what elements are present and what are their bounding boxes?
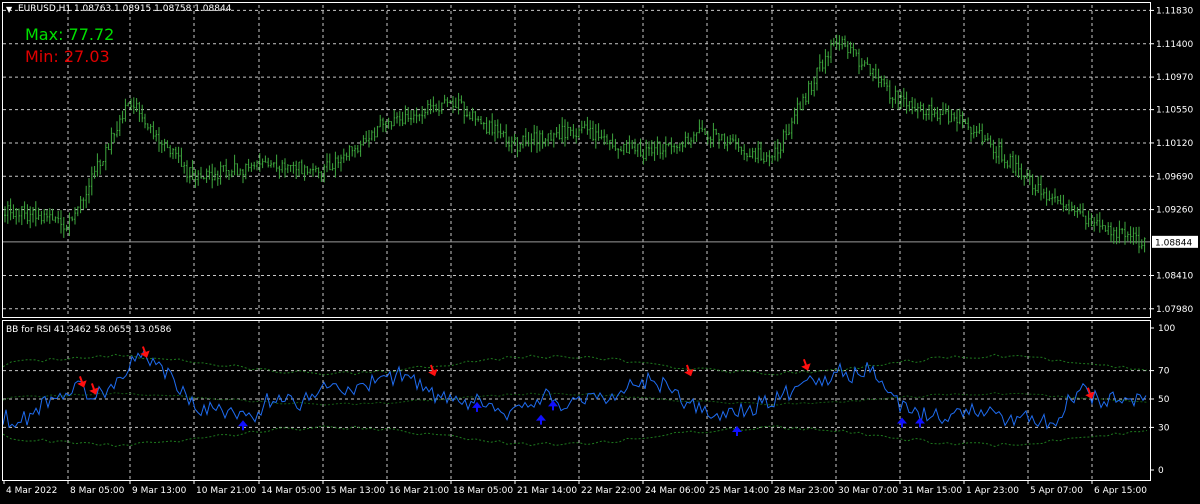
price-bars	[4, 34, 1146, 254]
rsi-tick-label: 0	[1158, 466, 1164, 476]
time-tick-label: 5 Apr 07:00	[1030, 486, 1083, 496]
rsi-tick-label: 70	[1158, 367, 1170, 377]
time-tick-label: 10 Mar 21:00	[196, 486, 256, 496]
price-tick-label: 1.10550	[1156, 106, 1193, 116]
time-tick-label: 15 Mar 13:00	[325, 486, 385, 496]
up-arrow-icon	[897, 417, 907, 428]
chart-window[interactable]: 1.11830 1.11400 1.10970 1.10550 1.10120 1.096…	[0, 0, 1200, 500]
price-tick-label: 1.10120	[1156, 139, 1193, 149]
up-arrow-icon	[536, 414, 546, 425]
down-arrow-icon	[140, 346, 150, 358]
price-tick-label: 1.07980	[1156, 305, 1193, 315]
time-tick-label: 1 Apr 23:00	[966, 486, 1019, 496]
chart-canvas[interactable]: 1.11830 1.11400 1.10970 1.10550 1.10120 1.096…	[0, 0, 1200, 500]
rsi-line	[2, 349, 1147, 430]
time-tick-label: 28 Mar 23:00	[774, 486, 834, 496]
time-tick-label: 14 Mar 05:00	[261, 486, 321, 496]
min-label: Min: 27.03	[25, 47, 110, 66]
price-tick-label: 1.08410	[1156, 271, 1193, 281]
time-tick-label: 24 Mar 06:00	[645, 486, 705, 496]
window-menu-icon[interactable]: ▼	[6, 5, 12, 14]
price-axis: 1.11830 1.11400 1.10970 1.10550 1.10120 1.096…	[1150, 6, 1198, 315]
rsi-tick-label: 50	[1158, 395, 1170, 405]
upper-band	[2, 353, 1148, 376]
time-tick-label: 31 Mar 15:00	[902, 486, 962, 496]
main-panel-frame	[2, 2, 1151, 318]
price-tick-label: 1.10970	[1156, 73, 1193, 83]
rsi-line	[2, 349, 1147, 430]
up-arrow-icon	[472, 401, 482, 412]
time-tick-label: 21 Mar 14:00	[517, 486, 577, 496]
up-arrow-icon	[915, 417, 925, 428]
symbol-info: EURUSD,H1 1.08763 1.08915 1.08758 1.0884…	[18, 4, 232, 14]
price-tick-label: 1.11830	[1156, 6, 1193, 16]
time-axis: 4 Mar 2022 8 Mar 05:00 9 Mar 13:00 10 Mar 2…	[3, 480, 1147, 496]
lower-band	[2, 425, 1148, 448]
rsi-tick-label: 30	[1158, 423, 1170, 433]
time-tick-label: 9 Mar 13:00	[132, 486, 187, 496]
price-tick-label: 1.11400	[1156, 40, 1193, 50]
bollinger-bands	[2, 353, 1148, 448]
time-tick-label: 4 Mar 2022	[6, 486, 57, 496]
up-arrow-icon	[238, 420, 248, 431]
max-label: Max: 77.72	[25, 25, 115, 44]
rsi-tick-label: 100	[1158, 324, 1175, 334]
grid	[3, 5, 1150, 480]
time-tick-label: 8 Mar 05:00	[70, 486, 125, 496]
time-tick-label: 18 Mar 05:00	[453, 486, 513, 496]
time-tick-label: 22 Mar 22:00	[581, 486, 641, 496]
price-tick-label: 1.09690	[1156, 172, 1193, 182]
up-arrow-icon	[732, 425, 742, 436]
signal-arrows	[77, 346, 1095, 436]
time-tick-label: 6 Apr 15:00	[1094, 486, 1147, 496]
time-tick-label: 25 Mar 14:00	[709, 486, 769, 496]
rsi-axis: 100 70 50 30 0	[1150, 324, 1175, 476]
time-tick-label: 16 Mar 21:00	[389, 486, 449, 496]
price-tick-label: 1.09260	[1156, 206, 1193, 216]
current-price-label: 1.08844	[1155, 238, 1192, 248]
sub-panel-frame	[2, 320, 1151, 481]
time-tick-label: 30 Mar 07:00	[838, 486, 898, 496]
indicator-title: BB for RSI 41.3462 58.0655 13.0586	[6, 325, 172, 335]
